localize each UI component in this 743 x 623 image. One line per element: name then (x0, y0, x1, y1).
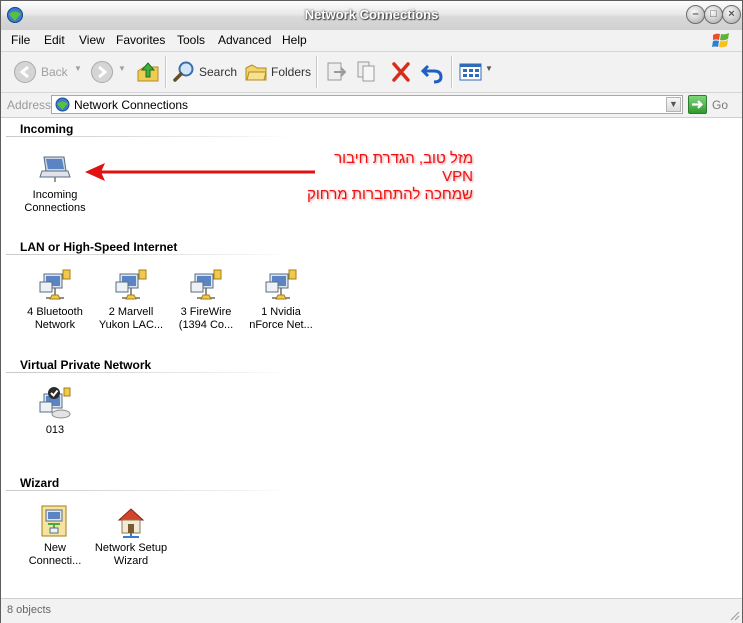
content-pane: Incoming Incoming Connections מזל טוב, ה… (1, 118, 742, 598)
incoming-connections-item[interactable]: Incoming Connections (17, 151, 93, 215)
views-icon[interactable] (459, 59, 483, 85)
item-label-line2: Connections (24, 202, 86, 214)
window-title: Network Connections (304, 7, 439, 22)
address-value[interactable]: Network Connections (74, 98, 188, 112)
go-button-label[interactable]: Go (712, 98, 728, 112)
address-dropdown-icon[interactable]: ▼ (666, 97, 681, 112)
item-label-line1: 3 FireWire (180, 306, 232, 318)
views-dropdown-icon[interactable]: ▼ (485, 64, 493, 73)
back-arrow-icon[interactable] (13, 59, 37, 85)
group-title-lan: LAN or High-Speed Internet (20, 240, 178, 254)
menu-help[interactable]: Help (282, 33, 307, 47)
group-title-incoming: Incoming (20, 122, 74, 136)
status-text: 8 objects (7, 604, 52, 616)
delete-icon[interactable] (390, 59, 412, 85)
annotation-line2: VPN (442, 168, 473, 185)
connection-item[interactable]: 4 Bluetooth Network (17, 268, 93, 332)
group-title-vpn: Virtual Private Network (20, 358, 152, 372)
group-divider (6, 254, 291, 255)
resize-grip-icon[interactable] (728, 609, 740, 621)
menu-edit[interactable]: Edit (44, 33, 65, 47)
connection-item[interactable]: 2 Marvell Yukon LAC... (93, 268, 169, 332)
toolbar-separator (165, 56, 167, 88)
menu-bar: File Edit View Favorites Tools Advanced … (1, 30, 742, 52)
address-bar: Address Network Connections ▼ Go (1, 93, 742, 118)
menu-favorites[interactable]: Favorites (116, 33, 165, 47)
back-button-label[interactable]: Back (41, 65, 68, 79)
connection-item[interactable]: 3 FireWire (1394 Co... (168, 268, 244, 332)
network-setup-wizard-icon (117, 508, 145, 538)
item-label-line1: 013 (45, 424, 65, 436)
search-button-label[interactable]: Search (199, 65, 237, 79)
network-adapter-icon (115, 269, 147, 300)
back-dropdown-icon[interactable]: ▼ (74, 64, 82, 73)
address-label: Address (7, 98, 52, 112)
item-label-line1: Network Setup (94, 542, 168, 554)
new-connection-wizard-icon (41, 505, 67, 537)
item-label-line2: Network (34, 319, 76, 331)
group-title-wizard: Wizard (20, 476, 60, 490)
toolbar-separator (451, 56, 453, 88)
copy-to-icon[interactable] (356, 59, 378, 85)
item-label-line2: (1394 Co... (178, 319, 234, 331)
title-bar[interactable]: Network Connections – □ × (1, 1, 742, 31)
search-icon[interactable] (172, 59, 196, 85)
windows-logo-icon (712, 33, 729, 48)
group-divider (6, 136, 291, 137)
undo-icon[interactable] (420, 59, 444, 85)
item-label-line2: nForce Net... (249, 319, 313, 331)
forward-arrow-icon[interactable] (90, 59, 114, 85)
item-label-line1: Incoming (32, 189, 78, 201)
minimize-button[interactable]: – (686, 5, 705, 24)
vpn-connection-icon (39, 387, 71, 419)
vpn-connection-item[interactable]: 013 (17, 386, 93, 437)
item-label-line1: 4 Bluetooth (27, 306, 83, 318)
item-label-line1: 2 Marvell (108, 306, 154, 318)
item-label-line2: Wizard (113, 555, 149, 567)
network-adapter-icon (190, 269, 222, 300)
close-icon: × (728, 8, 735, 20)
move-to-icon[interactable] (325, 59, 347, 85)
item-label-line2: Yukon LAC... (98, 319, 164, 331)
status-bar: 8 objects (1, 598, 742, 623)
toolbar-separator (316, 56, 318, 88)
maximize-button[interactable]: □ (704, 5, 723, 24)
group-divider (6, 372, 291, 373)
forward-dropdown-icon[interactable]: ▼ (118, 64, 126, 73)
item-label-line1: 1 Nvidia (261, 306, 301, 318)
menu-advanced[interactable]: Advanced (218, 33, 271, 47)
annotation-line3: שמחכה להתחברות מרחוק (307, 186, 473, 203)
connection-item[interactable]: 1 Nvidia nForce Net... (243, 268, 319, 332)
network-connections-icon (55, 97, 70, 112)
incoming-connections-icon (39, 156, 71, 182)
menu-tools[interactable]: Tools (177, 33, 205, 47)
network-adapter-icon (265, 269, 297, 300)
folders-button-label[interactable]: Folders (271, 65, 311, 79)
folders-icon[interactable] (244, 59, 268, 85)
annotation-line1: מזל טוב, הגדרת חיבור (334, 150, 473, 167)
network-adapter-icon (39, 269, 71, 300)
maximize-icon: □ (710, 8, 717, 20)
minimize-icon: – (692, 8, 699, 20)
address-field[interactable]: Network Connections ▼ (51, 95, 683, 114)
close-button[interactable]: × (722, 5, 741, 24)
annotation-text: מזל טוב, הגדרת חיבור VPN שמחכה להתחברות … (293, 150, 473, 204)
menu-view[interactable]: View (79, 33, 105, 47)
go-arrow-icon[interactable] (688, 95, 707, 114)
explorer-window: Network Connections – □ × File Edit View… (0, 0, 743, 623)
group-divider (6, 490, 291, 491)
menu-file[interactable]: File (11, 33, 30, 47)
annotation-arrow-icon (85, 163, 315, 181)
up-folder-icon[interactable] (136, 59, 160, 85)
item-label-line1: New (43, 542, 66, 554)
item-label-line2: Connecti... (28, 555, 82, 567)
network-setup-wizard-item[interactable]: Network Setup Wizard (93, 504, 169, 568)
toolbar: Back ▼ ▼ Search Folders ▼ (1, 52, 742, 93)
new-connection-wizard-item[interactable]: New Connecti... (17, 504, 93, 568)
